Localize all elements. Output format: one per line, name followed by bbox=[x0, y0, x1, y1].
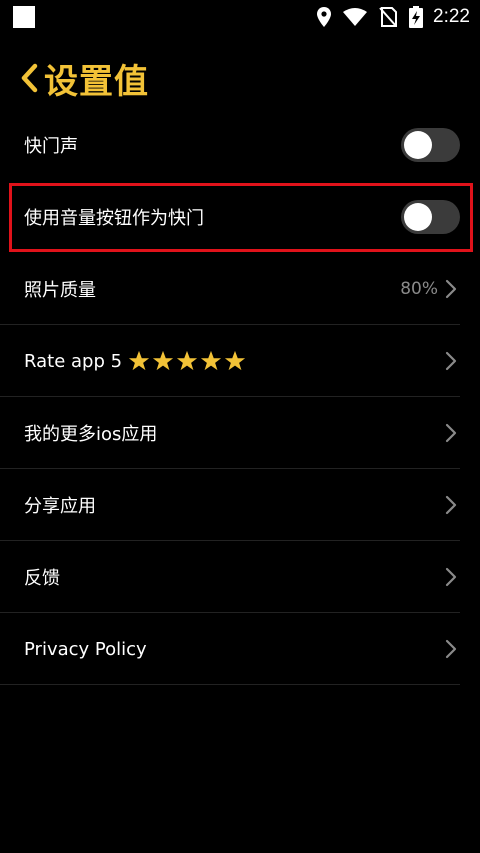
chevron-left-icon bbox=[21, 63, 38, 93]
notification-square-icon bbox=[13, 6, 35, 28]
volume-button-shutter-toggle[interactable] bbox=[401, 200, 460, 234]
setting-label: 反馈 bbox=[24, 568, 60, 589]
setting-label: 使用音量按钮作为快门 bbox=[24, 208, 204, 229]
wifi-icon bbox=[343, 8, 368, 26]
setting-volume-button-shutter: 使用音量按钮作为快门 bbox=[0, 181, 480, 253]
star-icon bbox=[224, 350, 246, 371]
setting-label: Privacy Policy bbox=[24, 638, 147, 660]
setting-label: 分享应用 bbox=[24, 496, 96, 517]
chevron-right-icon bbox=[445, 639, 457, 659]
shutter-sound-toggle[interactable] bbox=[401, 128, 460, 162]
toggle-knob bbox=[404, 203, 432, 231]
toggle-knob bbox=[404, 131, 432, 159]
battery-charging-icon bbox=[409, 6, 424, 28]
setting-photo-quality[interactable]: 照片质量 80% bbox=[0, 253, 480, 325]
photo-quality-value: 80% bbox=[400, 279, 438, 299]
page-title: 设置值 bbox=[44, 62, 149, 102]
clock-time: 2:22 bbox=[433, 6, 470, 27]
status-bar: 2:22 bbox=[0, 0, 480, 34]
setting-share-app[interactable]: 分享应用 bbox=[0, 469, 480, 541]
back-button[interactable] bbox=[14, 58, 44, 98]
divider bbox=[0, 684, 460, 685]
chevron-right-icon bbox=[445, 423, 457, 443]
setting-feedback[interactable]: 反馈 bbox=[0, 541, 480, 613]
setting-shutter-sound: 快门声 bbox=[0, 109, 480, 181]
no-sim-icon bbox=[379, 7, 398, 27]
settings-list: 快门声 使用音量按钮作为快门 照片质量 80% Rate app 5 我的更多i… bbox=[0, 109, 480, 685]
setting-label: 照片质量 bbox=[24, 280, 96, 301]
status-icons: 2:22 bbox=[305, 0, 470, 34]
setting-label: 我的更多ios应用 bbox=[24, 424, 158, 445]
star-icon bbox=[200, 350, 222, 371]
setting-label: 快门声 bbox=[24, 136, 78, 157]
location-icon bbox=[317, 7, 332, 27]
star-icon bbox=[176, 350, 198, 371]
star-icon bbox=[128, 350, 150, 371]
setting-rate-app[interactable]: Rate app 5 bbox=[0, 325, 480, 397]
settings-screen: 2:22 设置值 快门声 使用音量按钮作为快门 照片质量 80% Rate ap… bbox=[0, 0, 480, 853]
star-icon bbox=[152, 350, 174, 371]
setting-more-apps[interactable]: 我的更多ios应用 bbox=[0, 397, 480, 469]
chevron-right-icon bbox=[445, 495, 457, 515]
rating-stars bbox=[128, 350, 248, 372]
chevron-right-icon bbox=[445, 279, 457, 299]
chevron-right-icon bbox=[445, 351, 457, 371]
setting-privacy-policy[interactable]: Privacy Policy bbox=[0, 613, 480, 685]
setting-label: Rate app 5 bbox=[24, 350, 123, 372]
chevron-right-icon bbox=[445, 567, 457, 587]
header: 设置值 bbox=[0, 50, 480, 106]
